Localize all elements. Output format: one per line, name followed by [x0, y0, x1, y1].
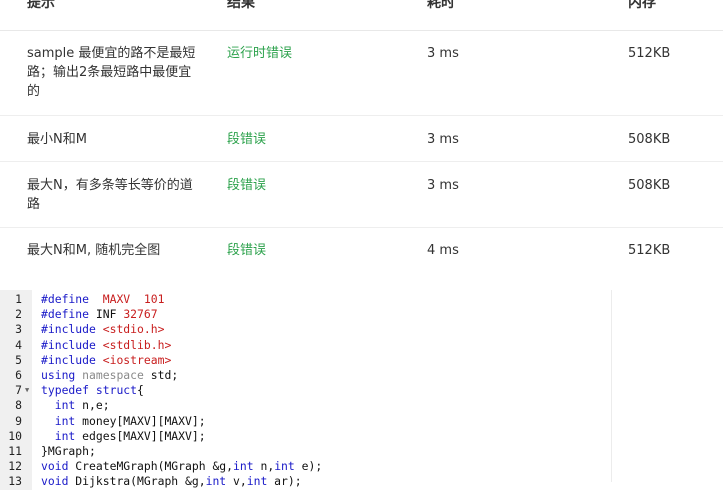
code-line: #include <stdlib.h> — [41, 337, 172, 352]
memory-cell: 512KB — [628, 46, 671, 61]
line-number: 2 — [15, 307, 22, 322]
memory-cell: 512KB — [628, 243, 671, 258]
hint-cell: sample 最便宜的路不是最短 路；输出2条最短路中最便宜 的 — [27, 46, 196, 99]
hint-cell: 最大N，有多条等长等价的道 路 — [27, 178, 193, 212]
code-line: #define MAXV 101 — [41, 292, 165, 306]
line-number: 8 — [15, 398, 22, 413]
code-line: #define INF 32767 — [41, 307, 158, 322]
header-memory: 内存 — [628, 0, 656, 11]
code-line: #include <iostream> — [41, 352, 172, 367]
memory-cell: 508KB — [628, 178, 671, 193]
table-row: 最大N和M, 随机完全图 段错误 4 ms 512KB — [0, 228, 723, 272]
code-line: using namespace std; — [41, 368, 179, 382]
code-panel-border — [611, 290, 612, 482]
time-cell: 3 ms — [427, 46, 459, 61]
code-line: int edges[MAXV][MAXV]; — [54, 428, 206, 443]
table-row: 最小N和M 段错误 3 ms 508KB — [0, 116, 723, 162]
line-number: 12 — [8, 459, 22, 474]
table-row: sample 最便宜的路不是最短 路；输出2条最短路中最便宜 的 运行时错误 3… — [0, 31, 723, 116]
result-cell: 段错误 — [227, 243, 267, 258]
line-number: 9 — [15, 413, 22, 428]
result-cell: 运行时错误 — [227, 46, 293, 61]
line-number: 4 — [15, 337, 22, 352]
result-cell: 段错误 — [227, 178, 267, 193]
header-result: 结果 — [227, 0, 255, 11]
code-line: typedef struct{ — [41, 383, 144, 398]
line-number: 3 — [15, 322, 22, 337]
code-line: void CreateMGraph(MGraph &g,int n,int e)… — [41, 459, 323, 474]
time-cell: 3 ms — [427, 178, 459, 193]
line-number: 10 — [8, 428, 22, 443]
line-number: 5 — [15, 352, 22, 367]
code-line: int n,e; — [54, 398, 110, 413]
code-viewer[interactable]: 1 #define MAXV 101 2 #define INF 32767 3 #inc… — [0, 290, 612, 490]
hint-cell: 最小N和M — [27, 132, 87, 147]
time-cell: 4 ms — [427, 243, 459, 258]
line-number: 13 — [8, 474, 22, 489]
table-row: 最大N，有多条等长等价的道 路 段错误 3 ms 508KB — [0, 162, 723, 228]
fold-triangle-icon[interactable]: ▼ — [25, 386, 29, 394]
line-number: 7 — [15, 383, 22, 398]
result-cell: 段错误 — [227, 132, 267, 147]
code-line: int money[MAXV][MAXV]; — [54, 413, 206, 428]
code-line: #include <stdio.h> — [41, 322, 165, 337]
line-number: 11 — [8, 444, 22, 458]
line-number: 1 — [15, 292, 22, 306]
time-cell: 3 ms — [427, 132, 459, 147]
header-time: 耗时 — [427, 0, 455, 11]
line-number: 6 — [15, 368, 22, 382]
memory-cell: 508KB — [628, 132, 671, 147]
code-line: }MGraph; — [41, 444, 96, 458]
header-hint: 提示 — [27, 0, 55, 11]
code-line: void Dijkstra(MGraph &g,int v,int ar); — [41, 474, 302, 489]
hint-cell: 最大N和M, 随机完全图 — [27, 243, 161, 258]
